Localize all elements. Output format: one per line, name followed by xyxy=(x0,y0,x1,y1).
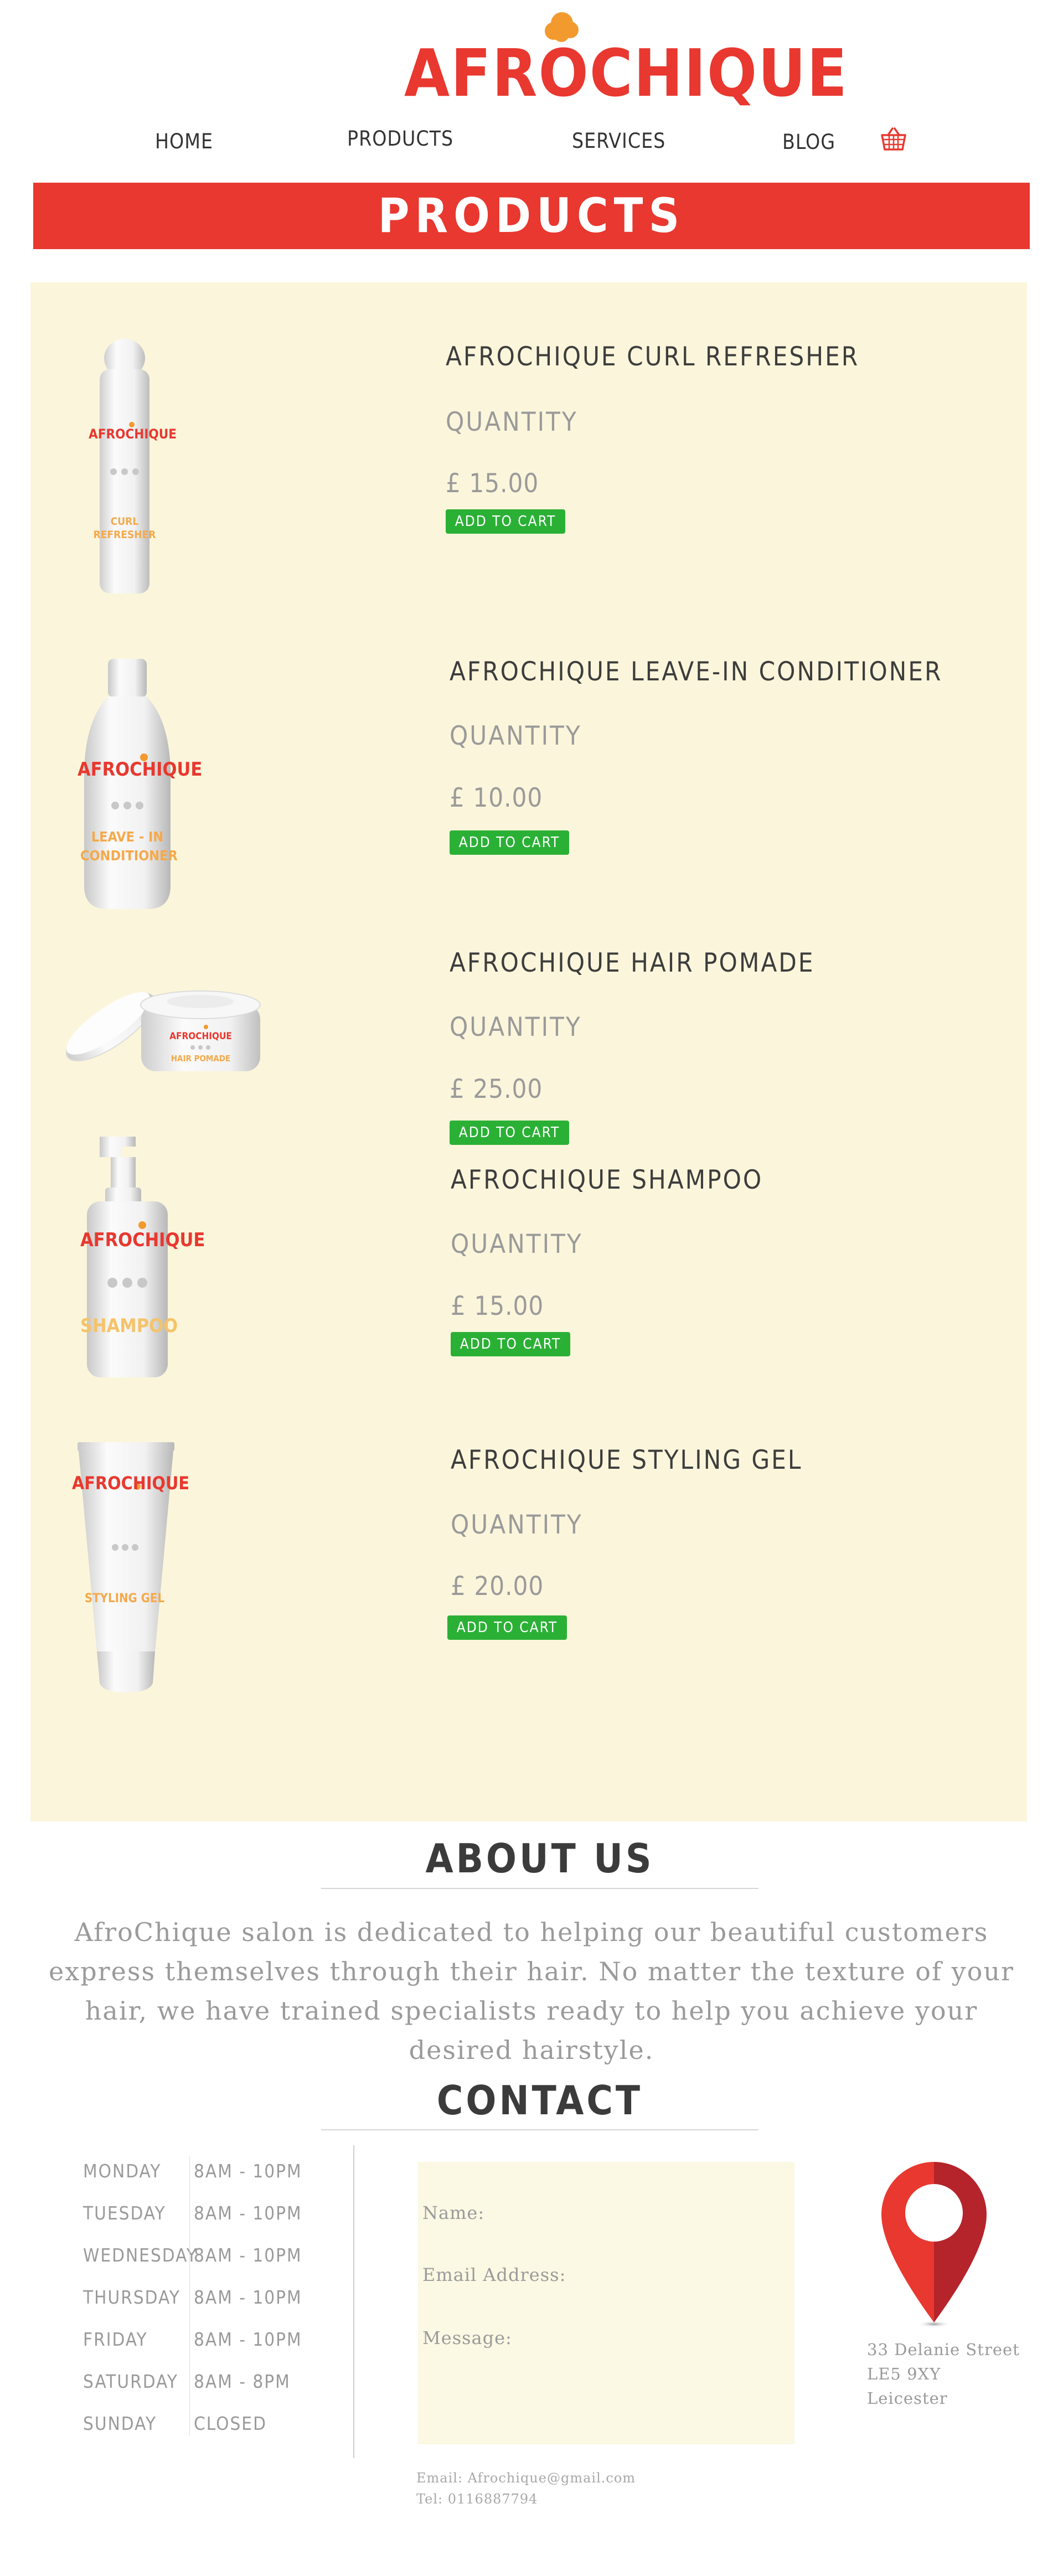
contact-tel[interactable]: Tel: 0116887794 xyxy=(416,2491,538,2507)
quantity-label: QUANTITY xyxy=(450,1012,582,1042)
basket-icon[interactable] xyxy=(880,126,907,152)
product-price: £ 15.00 xyxy=(451,1291,544,1321)
product-price: £ 20.00 xyxy=(451,1571,544,1602)
hours-time: 8AM - 10PM xyxy=(194,2329,302,2350)
quantity-label: QUANTITY xyxy=(450,721,582,751)
product-image-leave-in-conditioner[interactable]: AFROCHIQUE LEAVE - IN CONDITIONER xyxy=(78,659,202,913)
message-field[interactable]: Message: xyxy=(422,2327,512,2348)
site-logo[interactable]: AFROCHIQUE xyxy=(404,10,848,115)
quantity-label: QUANTITY xyxy=(446,407,578,437)
add-to-cart-button[interactable]: ADD TO CART xyxy=(446,509,565,534)
product-name[interactable]: AFROCHIQUE HAIR POMADE xyxy=(450,948,815,978)
hours-day: MONDAY xyxy=(83,2160,162,2182)
email-field[interactable]: Email Address: xyxy=(422,2264,566,2285)
hours-time: 8AM - 10PM xyxy=(194,2202,302,2224)
add-to-cart-button[interactable]: ADD TO CART xyxy=(450,830,569,855)
product-price: £ 15.00 xyxy=(446,468,539,499)
product-name[interactable]: AFROCHIQUE CURL REFRESHER xyxy=(446,342,859,372)
quantity-label: QUANTITY xyxy=(451,1510,583,1540)
product-image-hair-pomade[interactable]: AFROCHIQUE HAIR POMADE xyxy=(61,972,266,1082)
hours-day: SATURDAY xyxy=(83,2371,178,2392)
add-to-cart-button[interactable]: ADD TO CART xyxy=(451,1332,570,1356)
address-line: LE5 9XY xyxy=(867,2365,941,2383)
about-title: ABOUT US xyxy=(425,1835,654,1882)
map-pin-icon[interactable] xyxy=(880,2162,991,2328)
add-to-cart-button[interactable]: ADD TO CART xyxy=(450,1121,569,1145)
product-image-curl-refresher[interactable]: AFROCHIQUE CURL REFRESHER xyxy=(89,339,177,599)
hours-time: 8AM - 8PM xyxy=(194,2371,291,2392)
hours-day: SUNDAY xyxy=(83,2413,157,2434)
product-name[interactable]: AFROCHIQUE LEAVE-IN CONDITIONER xyxy=(450,657,942,687)
hours-day: THURSDAY xyxy=(83,2286,180,2308)
contact-divider xyxy=(321,2129,758,2130)
nav-blog[interactable]: BLOG xyxy=(782,130,835,154)
product-price: £ 25.00 xyxy=(450,1074,543,1104)
contact-divider-vertical xyxy=(353,2145,354,2458)
nav-products[interactable]: PRODUCTS xyxy=(347,127,453,151)
logo-text: AFROCHIQUE xyxy=(404,35,848,111)
hours-column-divider xyxy=(189,2156,190,2436)
contact-title: CONTACT xyxy=(436,2077,643,2124)
page-banner: PRODUCTS xyxy=(33,183,1030,249)
nav-services[interactable]: SERVICES xyxy=(572,129,665,153)
contact-email[interactable]: Email: Afrochique@gmail.com xyxy=(416,2470,636,2486)
hours-day: TUESDAY xyxy=(83,2202,166,2224)
about-text: AfroChique salon is dedicated to helping… xyxy=(49,1917,1014,2065)
name-field[interactable]: Name: xyxy=(422,2202,484,2223)
about-divider xyxy=(321,1888,758,1889)
quantity-label: QUANTITY xyxy=(451,1229,583,1259)
product-price: £ 10.00 xyxy=(450,783,543,813)
product-image-styling-gel[interactable]: AFROCHIQUE STYLING GEL xyxy=(72,1442,189,1697)
product-name[interactable]: AFROCHIQUE SHAMPOO xyxy=(451,1165,763,1195)
hours-time: 8AM - 10PM xyxy=(194,2286,302,2308)
hours-time: 8AM - 10PM xyxy=(194,2244,302,2266)
product-name[interactable]: AFROCHIQUE STYLING GEL xyxy=(451,1445,802,1475)
hours-time: 8AM - 10PM xyxy=(194,2160,302,2182)
nav-home[interactable]: HOME xyxy=(155,130,213,153)
hours-day: WEDNESDAY xyxy=(83,2244,198,2266)
add-to-cart-button[interactable]: ADD TO CART xyxy=(447,1615,567,1640)
page-title: PRODUCTS xyxy=(378,188,685,244)
address-line: 33 Delanie Street xyxy=(867,2340,1020,2359)
hours-day: FRIDAY xyxy=(83,2329,148,2350)
hours-time: CLOSED xyxy=(194,2413,267,2434)
address-line: Leicester xyxy=(867,2389,948,2408)
product-image-shampoo[interactable]: AFROCHIQUE SHAMPOO xyxy=(80,1132,205,1381)
